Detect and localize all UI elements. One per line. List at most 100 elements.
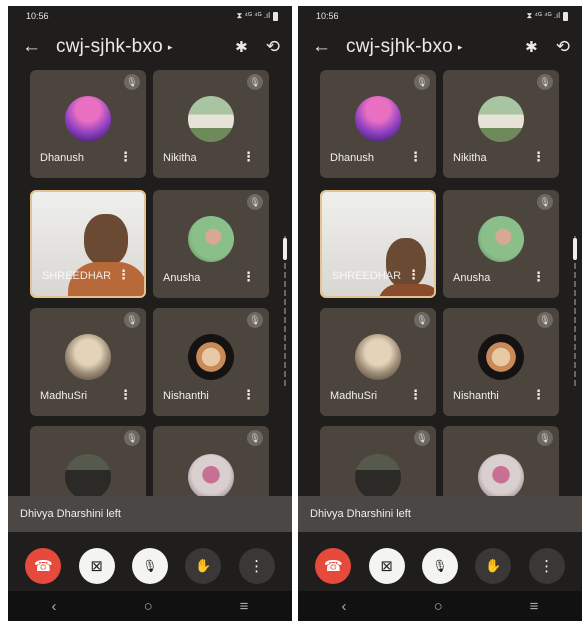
grid-scroll-thumb[interactable]: [283, 238, 287, 260]
caret-right-icon[interactable]: ▸: [168, 42, 173, 53]
more-options-button[interactable]: ⋮: [238, 548, 275, 584]
participant-tile[interactable]: 🎙 Anusha ⋮: [153, 190, 269, 298]
nav-back-icon[interactable]: ‹: [52, 598, 57, 615]
participant-avatar: [188, 454, 234, 500]
muted-mic-icon: 🎙: [537, 312, 553, 328]
participant-name: Nikitha: [163, 152, 197, 164]
status-time: 10:56: [26, 11, 49, 21]
status-bar: 10:56 ⧗ ⁴ᴳ ⁴ᴳ .ıl: [8, 6, 292, 26]
participant-tile[interactable]: 🎙: [320, 426, 436, 506]
muted-mic-icon: 🎙: [247, 194, 263, 210]
participant-tile[interactable]: 🎙: [30, 426, 146, 506]
participant-tile[interactable]: SHREEDHAR ⋮: [320, 190, 436, 298]
participant-tile[interactable]: 🎙 Nikitha ⋮: [153, 70, 269, 178]
battery-icon: [563, 11, 568, 21]
nav-recents-icon[interactable]: ≡: [240, 598, 249, 615]
tile-more-options-icon[interactable]: ⋮: [242, 269, 255, 285]
meeting-code-title[interactable]: cwj-sjhk-bxo: [56, 36, 163, 58]
mic-toggle-button[interactable]: 🎙: [421, 548, 458, 584]
more-vert-icon: ⋮: [249, 558, 265, 575]
flip-camera-icon[interactable]: ⟲: [556, 37, 570, 57]
participant-avatar: [478, 96, 524, 142]
video-person-body: [378, 284, 434, 296]
tile-more-options-icon[interactable]: ⋮: [409, 149, 422, 165]
participant-tile[interactable]: 🎙 MadhuSri ⋮: [320, 308, 436, 416]
participant-avatar: [478, 334, 524, 380]
participant-left-toast: Dhivya Dharshini left: [298, 496, 582, 532]
caret-right-icon[interactable]: ▸: [458, 42, 463, 53]
participant-avatar: [65, 454, 111, 500]
tile-more-options-icon[interactable]: ⋮: [532, 387, 545, 403]
more-options-button[interactable]: ⋮: [528, 548, 565, 584]
mic-off-icon: 🎙: [142, 559, 158, 573]
participant-left-toast: Dhivya Dharshini left: [8, 496, 292, 532]
back-arrow-icon[interactable]: ←: [22, 36, 46, 58]
video-person-head: [84, 214, 128, 266]
nav-back-icon[interactable]: ‹: [342, 598, 347, 615]
participant-avatar: [478, 454, 524, 500]
participant-name: Nikitha: [453, 152, 487, 164]
meeting-header: ← cwj-sjhk-bxo ▸ ✱ ⟲: [8, 26, 292, 68]
raise-hand-icon: ✋: [195, 558, 212, 573]
raise-hand-button[interactable]: ✋: [475, 548, 512, 584]
participant-avatar: [355, 454, 401, 500]
nav-home-icon[interactable]: ○: [434, 598, 443, 615]
tile-more-options-icon[interactable]: ⋮: [409, 387, 422, 403]
participant-tile[interactable]: SHREEDHAR ⋮: [30, 190, 146, 298]
end-call-button[interactable]: ☎: [315, 548, 352, 584]
participant-tile[interactable]: 🎙 Dhanush ⋮: [30, 70, 146, 178]
participant-avatar: [355, 334, 401, 380]
call-controls: ☎ ⊠ 🎙 ✋ ⋮: [298, 546, 582, 586]
muted-mic-icon: 🎙: [537, 430, 553, 446]
tile-more-options-icon[interactable]: ⋮: [119, 149, 132, 165]
camera-toggle-button[interactable]: ⊠: [368, 548, 405, 584]
participant-tile[interactable]: 🎙 Nishanthi ⋮: [153, 308, 269, 416]
more-vert-icon: ⋮: [539, 558, 555, 575]
mic-off-icon: 🎙: [432, 559, 448, 573]
call-controls: ☎ ⊠ 🎙 ✋ ⋮: [8, 546, 292, 586]
participant-tile[interactable]: 🎙 Dhanush ⋮: [320, 70, 436, 178]
tile-more-options-icon[interactable]: ⋮: [242, 149, 255, 165]
participant-name: MadhuSri: [40, 390, 88, 402]
bluetooth-icon[interactable]: ✱: [525, 38, 538, 56]
tile-more-options-icon[interactable]: ⋮: [242, 387, 255, 403]
nav-home-icon[interactable]: ○: [144, 598, 153, 615]
tile-more-options-icon[interactable]: ⋮: [532, 149, 545, 165]
nav-recents-icon[interactable]: ≡: [530, 598, 539, 615]
grid-scroll-thumb[interactable]: [573, 238, 577, 260]
back-arrow-icon[interactable]: ←: [312, 36, 336, 58]
participant-tile[interactable]: 🎙 MadhuSri ⋮: [30, 308, 146, 416]
participant-name: MadhuSri: [330, 390, 378, 402]
participant-avatar: [188, 334, 234, 380]
tile-more-options-icon[interactable]: ⋮: [119, 387, 132, 403]
muted-mic-icon: 🎙: [247, 74, 263, 90]
raise-hand-icon: ✋: [485, 558, 502, 573]
participant-name: Nishanthi: [163, 390, 209, 402]
camera-toggle-button[interactable]: ⊠: [78, 548, 115, 584]
participant-tile[interactable]: 🎙 Anusha ⋮: [443, 190, 559, 298]
participant-tile[interactable]: 🎙: [443, 426, 559, 506]
tile-more-options-icon[interactable]: ⋮: [117, 267, 130, 283]
mic-toggle-button[interactable]: 🎙: [131, 548, 168, 584]
system-nav-bar: ‹ ○ ≡: [8, 591, 292, 621]
bluetooth-icon[interactable]: ✱: [235, 38, 248, 56]
participant-tile[interactable]: 🎙: [153, 426, 269, 506]
end-call-button[interactable]: ☎: [25, 548, 62, 584]
participant-tile[interactable]: 🎙 Nishanthi ⋮: [443, 308, 559, 416]
tile-more-options-icon[interactable]: ⋮: [532, 269, 545, 285]
participant-avatar: [65, 334, 111, 380]
flip-camera-icon[interactable]: ⟲: [266, 37, 280, 57]
tile-more-options-icon[interactable]: ⋮: [407, 267, 420, 283]
phone-screen-left: 10:56 ⧗ ⁴ᴳ ⁴ᴳ .ıl ← cwj-sjhk-bxo ▸ ✱ ⟲ 🎙…: [8, 6, 292, 621]
participant-tile[interactable]: 🎙 Nikitha ⋮: [443, 70, 559, 178]
meeting-code-title[interactable]: cwj-sjhk-bxo: [346, 36, 453, 58]
muted-mic-icon: 🎙: [537, 74, 553, 90]
raise-hand-button[interactable]: ✋: [185, 548, 222, 584]
status-bar: 10:56 ⧗ ⁴ᴳ ⁴ᴳ .ıl: [298, 6, 582, 26]
signal-indicator: ⧗ ⁴ᴳ ⁴ᴳ .ıl: [236, 11, 270, 20]
signal-indicator: ⧗ ⁴ᴳ ⁴ᴳ .ıl: [526, 11, 560, 20]
battery-icon: [273, 11, 278, 21]
phone-hangup-icon: ☎: [33, 558, 53, 575]
status-icons: ⧗ ⁴ᴳ ⁴ᴳ .ıl: [237, 11, 278, 21]
participant-avatar: [188, 96, 234, 142]
